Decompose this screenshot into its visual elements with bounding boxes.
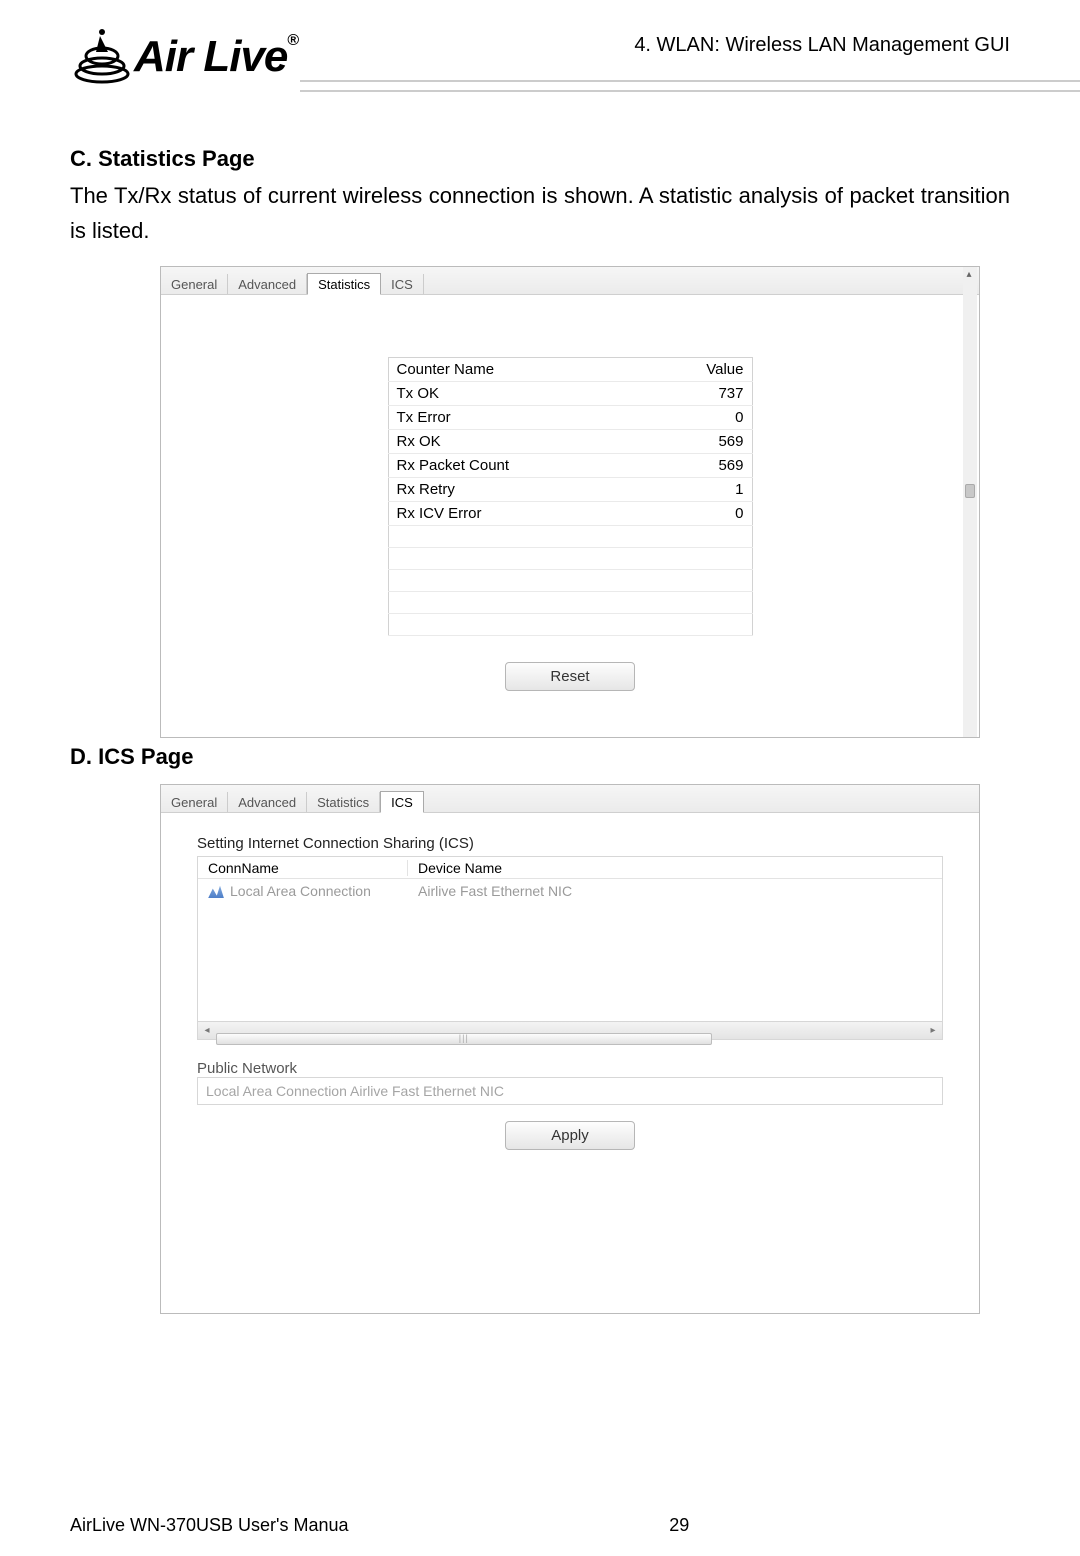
statistics-screenshot: General Advanced Statistics ICS Counter … [160, 266, 980, 738]
network-connection-icon [208, 884, 224, 898]
section-d-title: D. ICS Page [70, 744, 1010, 770]
table-row: Rx Packet Count569 [388, 454, 752, 478]
scroll-up-arrow-icon[interactable]: ▴ [963, 269, 975, 281]
tab-bar: General Advanced Statistics ICS [161, 267, 979, 295]
table-row [388, 592, 752, 614]
public-network-label: Public Network [197, 1060, 943, 1077]
table-row [388, 614, 752, 636]
scroll-thumb[interactable] [965, 484, 975, 498]
col-counter-name: Counter Name [388, 358, 645, 382]
ics-group-label: Setting Internet Connection Sharing (ICS… [197, 835, 943, 852]
tab-advanced[interactable]: Advanced [228, 792, 307, 812]
tab-ics[interactable]: ICS [380, 791, 424, 813]
public-network-field[interactable]: Local Area Connection Airlive Fast Ether… [197, 1077, 943, 1105]
connection-name: Local Area Connection [230, 883, 371, 899]
tab-statistics[interactable]: Statistics [307, 273, 381, 295]
table-row: Tx OK737 [388, 382, 752, 406]
public-network-value: Local Area Connection Airlive Fast Ether… [206, 1083, 504, 1099]
col-devicename: Device Name [408, 860, 512, 876]
section-c-title: C. Statistics Page [70, 146, 1010, 172]
footer-manual-title: AirLive WN-370USB User's Manua [70, 1515, 349, 1536]
horizontal-scrollbar[interactable]: ◂ ▸ [198, 1021, 942, 1039]
logo-swirl-icon [70, 28, 134, 86]
col-value: Value [645, 358, 752, 382]
table-row: Rx ICV Error0 [388, 502, 752, 526]
scroll-thumb[interactable] [216, 1033, 712, 1045]
brand-logo: Air Live® [70, 28, 298, 86]
page-footer: AirLive WN-370USB User's Manua 29 [70, 1515, 1010, 1536]
logo-text: Air Live® [134, 32, 298, 82]
tab-ics[interactable]: ICS [381, 274, 424, 294]
tab-advanced[interactable]: Advanced [228, 274, 307, 294]
table-row: Rx Retry1 [388, 478, 752, 502]
table-row: Rx OK569 [388, 430, 752, 454]
table-row [388, 548, 752, 570]
tab-general[interactable]: General [161, 274, 228, 294]
ics-screenshot: General Advanced Statistics ICS Setting … [160, 784, 980, 1314]
chapter-breadcrumb: 4. WLAN: Wireless LAN Management GUI [634, 34, 1010, 57]
tab-general[interactable]: General [161, 792, 228, 812]
device-name: Airlive Fast Ethernet NIC [408, 883, 582, 899]
table-row: Tx Error0 [388, 406, 752, 430]
header-divider-lines [300, 72, 1080, 102]
col-connname: ConnName [198, 860, 408, 876]
scroll-right-arrow-icon[interactable]: ▸ [924, 1025, 942, 1036]
vertical-scrollbar[interactable]: ▴ [963, 267, 977, 737]
registered-mark: ® [287, 32, 298, 49]
tab-bar: General Advanced Statistics ICS [161, 785, 979, 813]
tab-statistics[interactable]: Statistics [307, 792, 380, 812]
scroll-left-arrow-icon[interactable]: ◂ [198, 1025, 216, 1036]
apply-button[interactable]: Apply [505, 1121, 635, 1150]
ics-connections-list: ConnName Device Name Local Area Connecti… [197, 856, 943, 1040]
table-row [388, 570, 752, 592]
footer-page-number: 29 [669, 1515, 689, 1536]
list-item[interactable]: Local Area Connection Airlive Fast Ether… [198, 879, 942, 899]
reset-button[interactable]: Reset [505, 662, 635, 691]
table-row [388, 526, 752, 548]
statistics-table: Counter Name Value Tx OK737 Tx Error0 Rx… [388, 357, 753, 636]
section-c-body: The Tx/Rx status of current wireless con… [70, 178, 1010, 248]
logo-brand: Air Live [134, 32, 287, 81]
